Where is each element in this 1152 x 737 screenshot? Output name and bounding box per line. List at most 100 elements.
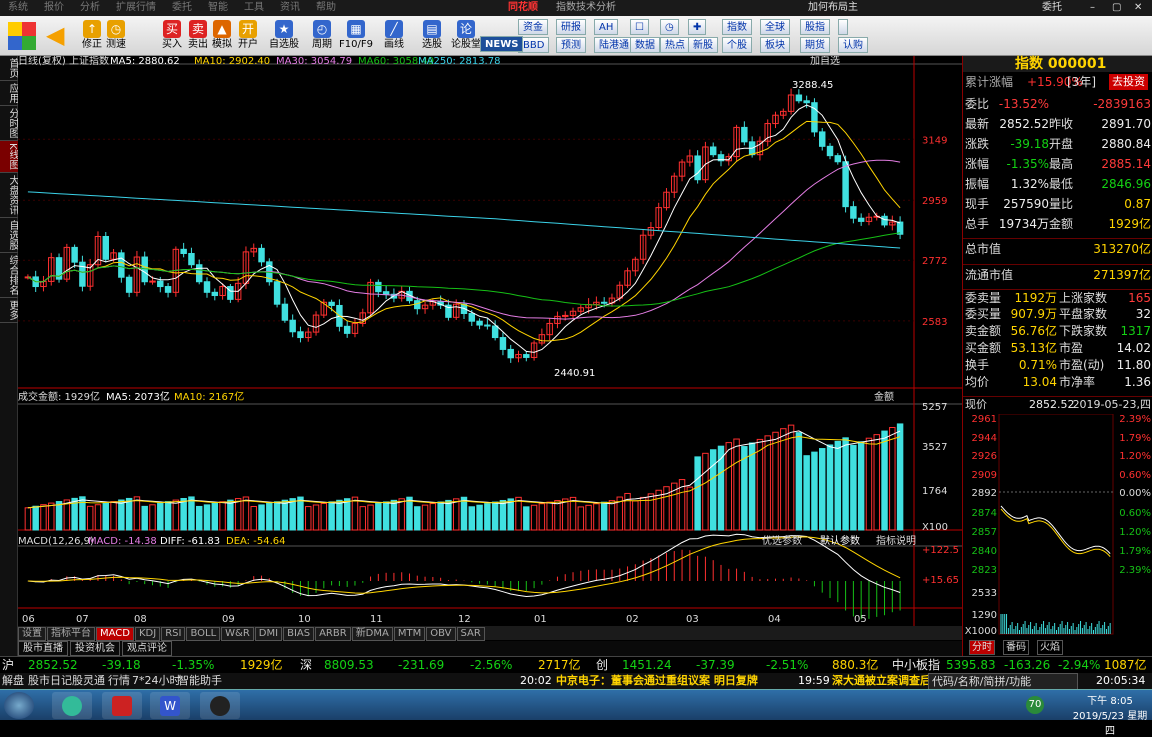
quote-label: 最新 [965,117,990,131]
toolbar-top-button[interactable]: 资金 [518,19,548,35]
sidebar-item[interactable]: 首页 [0,56,18,81]
minimize-icon[interactable]: – [1082,0,1103,16]
back-arrow-icon[interactable]: ◀ [46,22,72,50]
quote-value: 2846.96 [1101,177,1151,191]
sidebar-item[interactable]: 大盘资讯 [0,173,18,218]
toolbar-bottom-button[interactable]: 陆港通 [594,37,634,53]
toolbar-bottom-button[interactable]: 热点 [660,37,690,53]
ie-icon[interactable] [52,692,92,719]
news-headline[interactable]: 中京电子：董事会通过重组议案 明日复牌 [556,673,758,689]
indicator-tab[interactable]: RSI [161,627,186,641]
wps-icon[interactable]: W [150,692,190,719]
toolbar-top-button[interactable]: 指数 [722,19,752,35]
ticker-name[interactable]: 中小板指 [892,657,940,674]
menu-item[interactable]: 工具 [236,0,272,16]
layout-menu[interactable]: 加何布局主 [800,0,866,16]
info-tab[interactable]: 投资机会 [70,641,120,656]
menu-item[interactable]: 分析 [72,0,108,16]
status-item[interactable]: 股灵通 [72,673,105,689]
sidebar-item[interactable]: K线图 [0,141,18,173]
toolbar-top-button[interactable]: AH [594,19,619,35]
trade-button[interactable]: 委托 [1034,0,1070,16]
toolbar-bottom-button[interactable]: 期货 [800,37,830,53]
toolbar-bottom-button[interactable]: 个股 [722,37,752,53]
toolbar-top-button[interactable]: ◷ [660,19,679,35]
sidebar-item[interactable]: 更多 [0,298,18,323]
toolbar-top-button[interactable]: 全球 [760,19,790,35]
toolbar-bottom-button[interactable]: 认购 [838,37,868,53]
status-item[interactable]: 行情 [108,673,130,689]
status-item[interactable]: 智能助手 [178,673,222,689]
toolbar-bottom-button[interactable]: 板块 [760,37,790,53]
toolbar-top-button[interactable] [838,19,848,35]
ticker-name[interactable]: 创 [596,657,608,674]
indicator-tab[interactable]: MTM [393,627,426,641]
toolbar-button[interactable]: ▤ 选股 [414,18,450,54]
info-tab[interactable]: 股市直播 [18,641,68,656]
indicator-tab[interactable]: 新DMA [351,627,393,641]
toolbar-button[interactable]: 开开户 [236,18,260,54]
toolbar-bottom-button[interactable]: 新股 [688,37,718,53]
obs-icon[interactable] [200,692,240,719]
badge-icon[interactable]: 70 [1026,696,1044,714]
indicator-tab[interactable]: 指标平台 [47,627,95,641]
app-icon[interactable] [102,692,142,719]
menu-item[interactable]: 委托 [164,0,200,16]
info-tab[interactable]: 观点评论 [122,641,172,656]
menu-item[interactable]: 帮助 [308,0,344,16]
status-item[interactable]: 股市日记 [28,673,72,689]
toolbar-button[interactable]: ↑ 修正 [80,18,104,54]
sidebar-item[interactable]: 分时图 [0,106,18,141]
toolbar-top-button[interactable]: ☐ [630,19,649,35]
toolbar-top-button[interactable]: ✚ [688,19,707,35]
toolbar-button[interactable]: ▦ F10/F9 [338,18,374,54]
start-icon[interactable] [4,692,34,719]
news-button[interactable]: NEWS [480,36,524,52]
status-item[interactable]: 7*24小时 [132,673,181,689]
indicator-tab[interactable]: BIAS [283,627,315,641]
indicator-tab[interactable]: OBV [426,627,456,641]
ticker-name[interactable]: 沪 [2,657,14,674]
kline-chart[interactable]: 日线(复权) 上证指数 MA5: 2880.62 MA10: 2902.40 MA30… [18,56,962,628]
menu-item[interactable]: 报价 [36,0,72,16]
menu-item[interactable]: 系统 [0,0,36,16]
toolbar-button[interactable]: ◴ 周期 [304,18,340,54]
menu-item[interactable]: 智能 [200,0,236,16]
volume-tick: 5257 [922,402,947,413]
toolbar-top-button[interactable]: 研报 [556,19,586,35]
app-menu-icon[interactable] [8,22,36,50]
sidebar-item[interactable]: 综合排名 [0,253,18,298]
toolbar-button[interactable]: ▲ 模拟 [210,18,234,54]
status-item[interactable]: 解盘 [2,673,24,689]
toolbar-bottom-button[interactable]: 数据 [630,37,660,53]
mini-tab[interactable]: 番码 [1003,640,1029,655]
mini-tab[interactable]: 火焰 [1037,640,1063,655]
indicator-tab[interactable]: 设置 [18,627,46,641]
indicator-tab[interactable]: MACD [96,627,134,641]
menu-item[interactable]: 资讯 [272,0,308,16]
indicator-tab[interactable]: W&R [221,627,254,641]
toolbar-button[interactable]: ★ 自选股 [266,18,302,54]
close-icon[interactable]: ✕ [1126,0,1150,16]
menu-item[interactable]: 扩展行情 [108,0,164,16]
mini-intraday-chart[interactable]: 2961 2944 2926 2909 2892 2874 2857 2840 2823 2533… [963,414,1152,644]
indicator-tab[interactable]: DMI [254,627,283,641]
toolbar-button[interactable]: ◷ 测速 [104,18,128,54]
sidebar-item[interactable]: 应用 [0,81,18,106]
indicator-tab[interactable]: ARBR [315,627,351,641]
mini-tab[interactable]: 分时 [969,640,995,655]
toolbar-button[interactable]: 买买入 [160,18,184,54]
invest-button[interactable]: 去投资 [1109,74,1148,90]
chart-area[interactable]: 日线(复权) 上证指数 MA5: 2880.62 MA10: 2902.40 MA30… [18,56,962,628]
ticker-name[interactable]: 深 [300,657,312,674]
toolbar-button[interactable]: 卖卖出 [186,18,210,54]
indicator-tab[interactable]: BOLL [186,627,221,641]
toolbar-button[interactable]: 论论股堂 [448,18,484,54]
toolbar-bottom-button[interactable]: 预测 [556,37,586,53]
indicator-tab[interactable]: KDJ [134,627,161,641]
toolbar-button[interactable]: ╱ 画线 [376,18,412,54]
sidebar-item[interactable]: 自选股 [0,218,18,253]
news-headline[interactable]: 深大通被立案调查后 [832,673,931,689]
indicator-tab[interactable]: SAR [456,627,485,641]
toolbar-top-button[interactable]: 股指 [800,19,830,35]
